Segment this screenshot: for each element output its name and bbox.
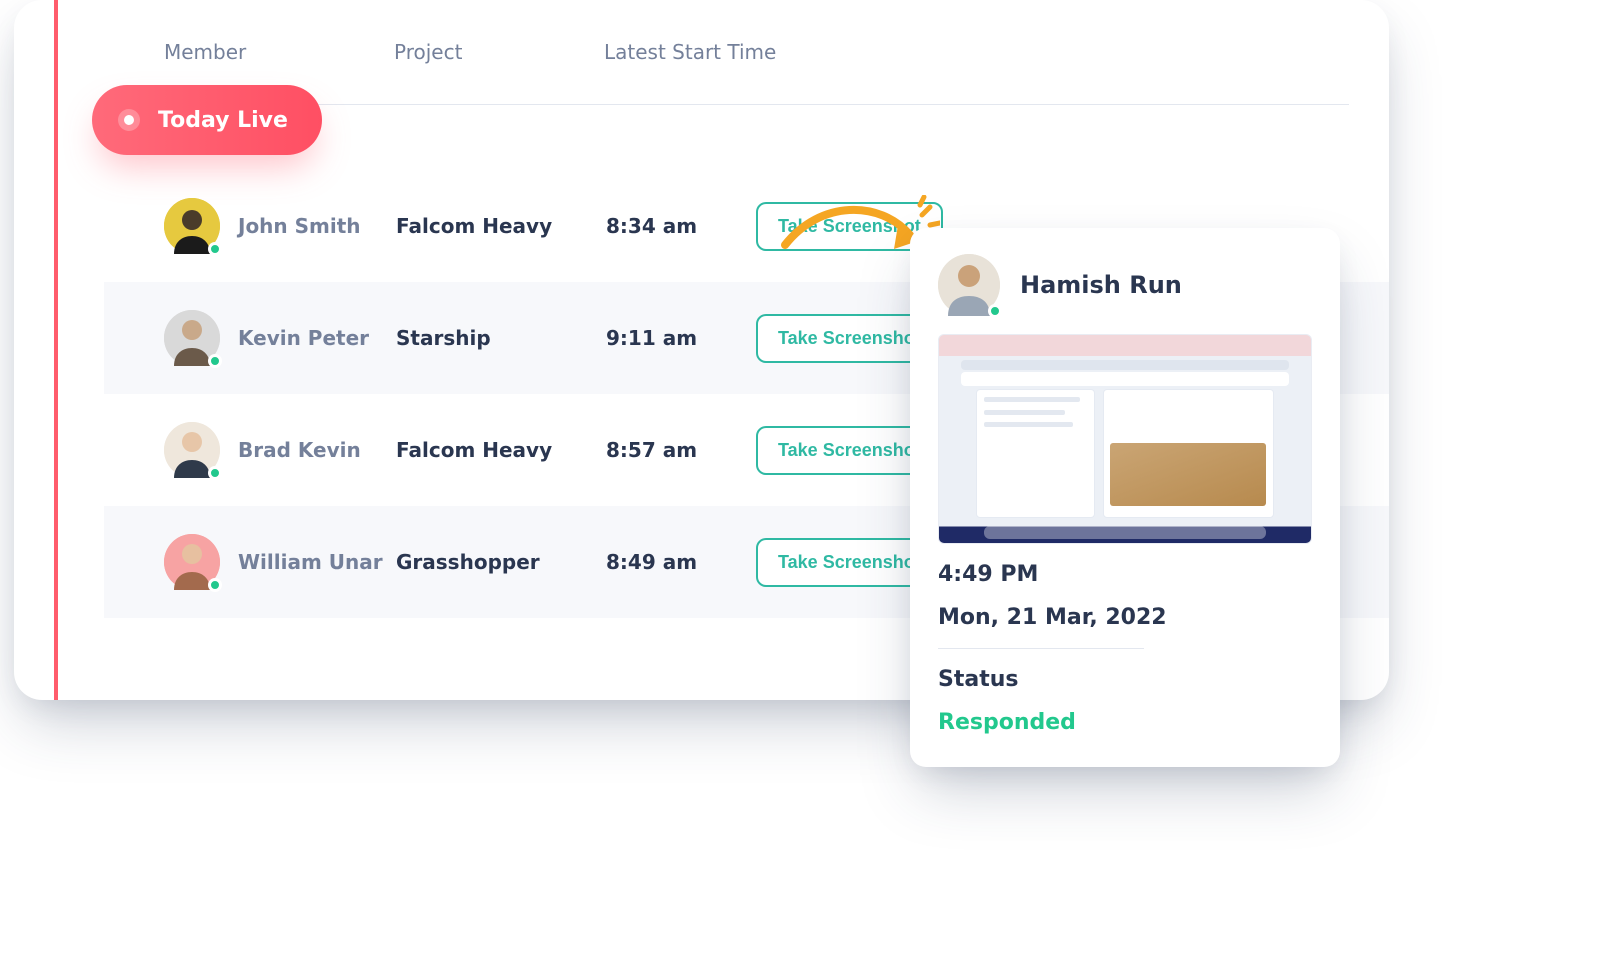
screenshot-thumbnail[interactable] (938, 334, 1312, 544)
live-dot-icon (118, 109, 140, 131)
col-header-project: Project (394, 40, 604, 64)
avatar (164, 534, 220, 590)
member-time: 8:49 am (606, 550, 756, 574)
avatar (938, 254, 1000, 316)
member-name: Kevin Peter (238, 326, 396, 350)
avatar (164, 198, 220, 254)
member-name: William Unar (238, 550, 396, 574)
today-live-pill[interactable]: Today Live (92, 85, 322, 155)
member-project: Grasshopper (396, 550, 606, 574)
member-project: Starship (396, 326, 606, 350)
member-project: Falcom Heavy (396, 214, 606, 238)
avatar (164, 422, 220, 478)
presence-dot-icon (988, 304, 1002, 318)
avatar (164, 310, 220, 366)
screenshot-popup: Hamish Run 4:49 PM Mon, 21 Mar, 2022 Sta… (910, 228, 1340, 767)
member-time: 9:11 am (606, 326, 756, 350)
presence-dot-icon (208, 242, 222, 256)
member-time: 8:57 am (606, 438, 756, 462)
col-header-time: Latest Start Time (604, 40, 824, 64)
divider (938, 648, 1144, 649)
presence-dot-icon (208, 466, 222, 480)
screenshot-date: Mon, 21 Mar, 2022 (938, 605, 1312, 630)
status-value: Responded (938, 710, 1312, 735)
screenshot-time: 4:49 PM (938, 562, 1312, 587)
column-headers: Member Project Latest Start Time (164, 40, 1349, 105)
popup-header: Hamish Run (938, 254, 1312, 316)
presence-dot-icon (208, 354, 222, 368)
member-name: Brad Kevin (238, 438, 396, 462)
popup-member-name: Hamish Run (1020, 271, 1182, 299)
status-label: Status (938, 667, 1312, 692)
member-project: Falcom Heavy (396, 438, 606, 462)
member-name: John Smith (238, 214, 396, 238)
presence-dot-icon (208, 578, 222, 592)
member-time: 8:34 am (606, 214, 756, 238)
col-header-member: Member (164, 40, 394, 64)
live-label: Today Live (158, 108, 288, 133)
